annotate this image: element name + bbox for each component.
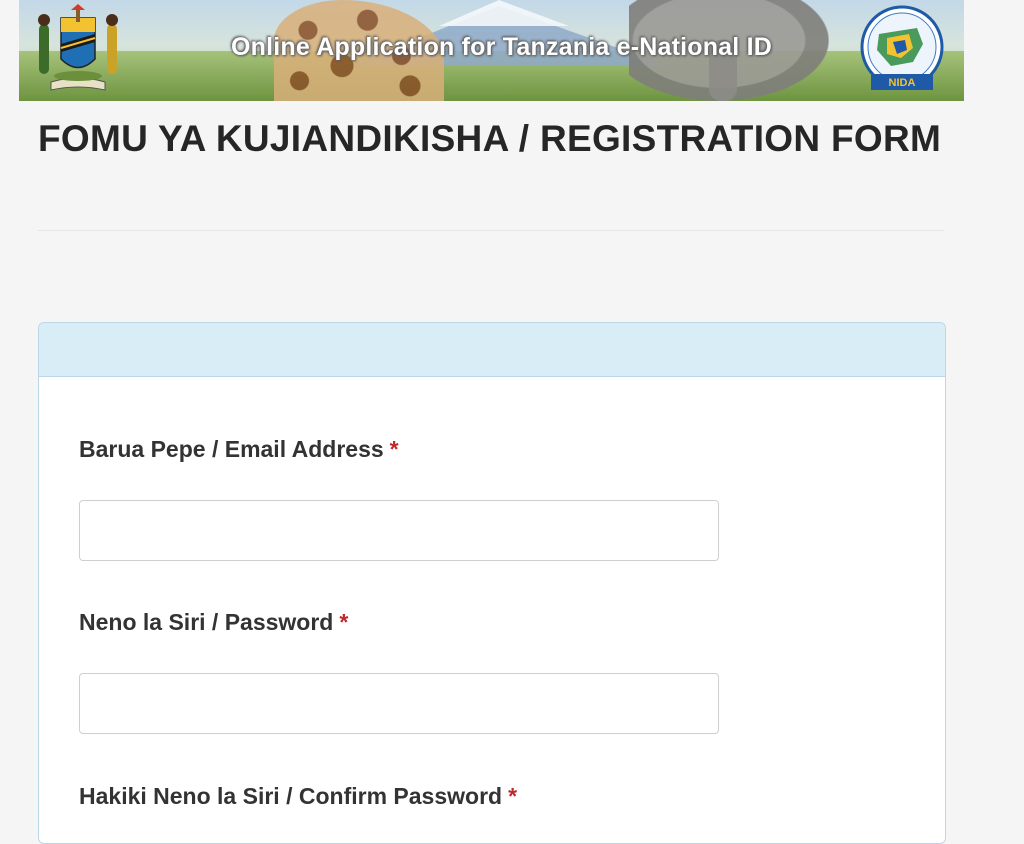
panel-header	[39, 323, 945, 377]
confirm-password-label: Hakiki Neno la Siri / Confirm Password *	[79, 783, 517, 810]
header-banner: NIDA Online Application for Tanzania e-N…	[19, 0, 964, 101]
required-marker: *	[339, 609, 349, 635]
email-field[interactable]	[79, 500, 719, 561]
page-title: FOMU YA KUJIANDIKISHA / REGISTRATION FOR…	[38, 118, 942, 159]
password-label: Neno la Siri / Password *	[79, 609, 348, 636]
title-divider	[38, 230, 944, 231]
email-label-text: Barua Pepe / Email Address	[79, 436, 384, 462]
registration-form-panel: Barua Pepe / Email Address * Neno la Siri…	[38, 322, 946, 844]
required-marker: *	[389, 436, 399, 462]
password-field[interactable]	[79, 673, 719, 734]
email-label: Barua Pepe / Email Address *	[79, 436, 399, 463]
banner-title: Online Application for Tanzania e-Nation…	[231, 33, 772, 61]
svg-text:NIDA: NIDA	[889, 77, 916, 89]
required-marker: *	[508, 783, 518, 809]
password-label-text: Neno la Siri / Password	[79, 609, 334, 635]
confirm-password-label-text: Hakiki Neno la Siri / Confirm Password	[79, 783, 503, 809]
mountain-snow	[439, 0, 569, 26]
